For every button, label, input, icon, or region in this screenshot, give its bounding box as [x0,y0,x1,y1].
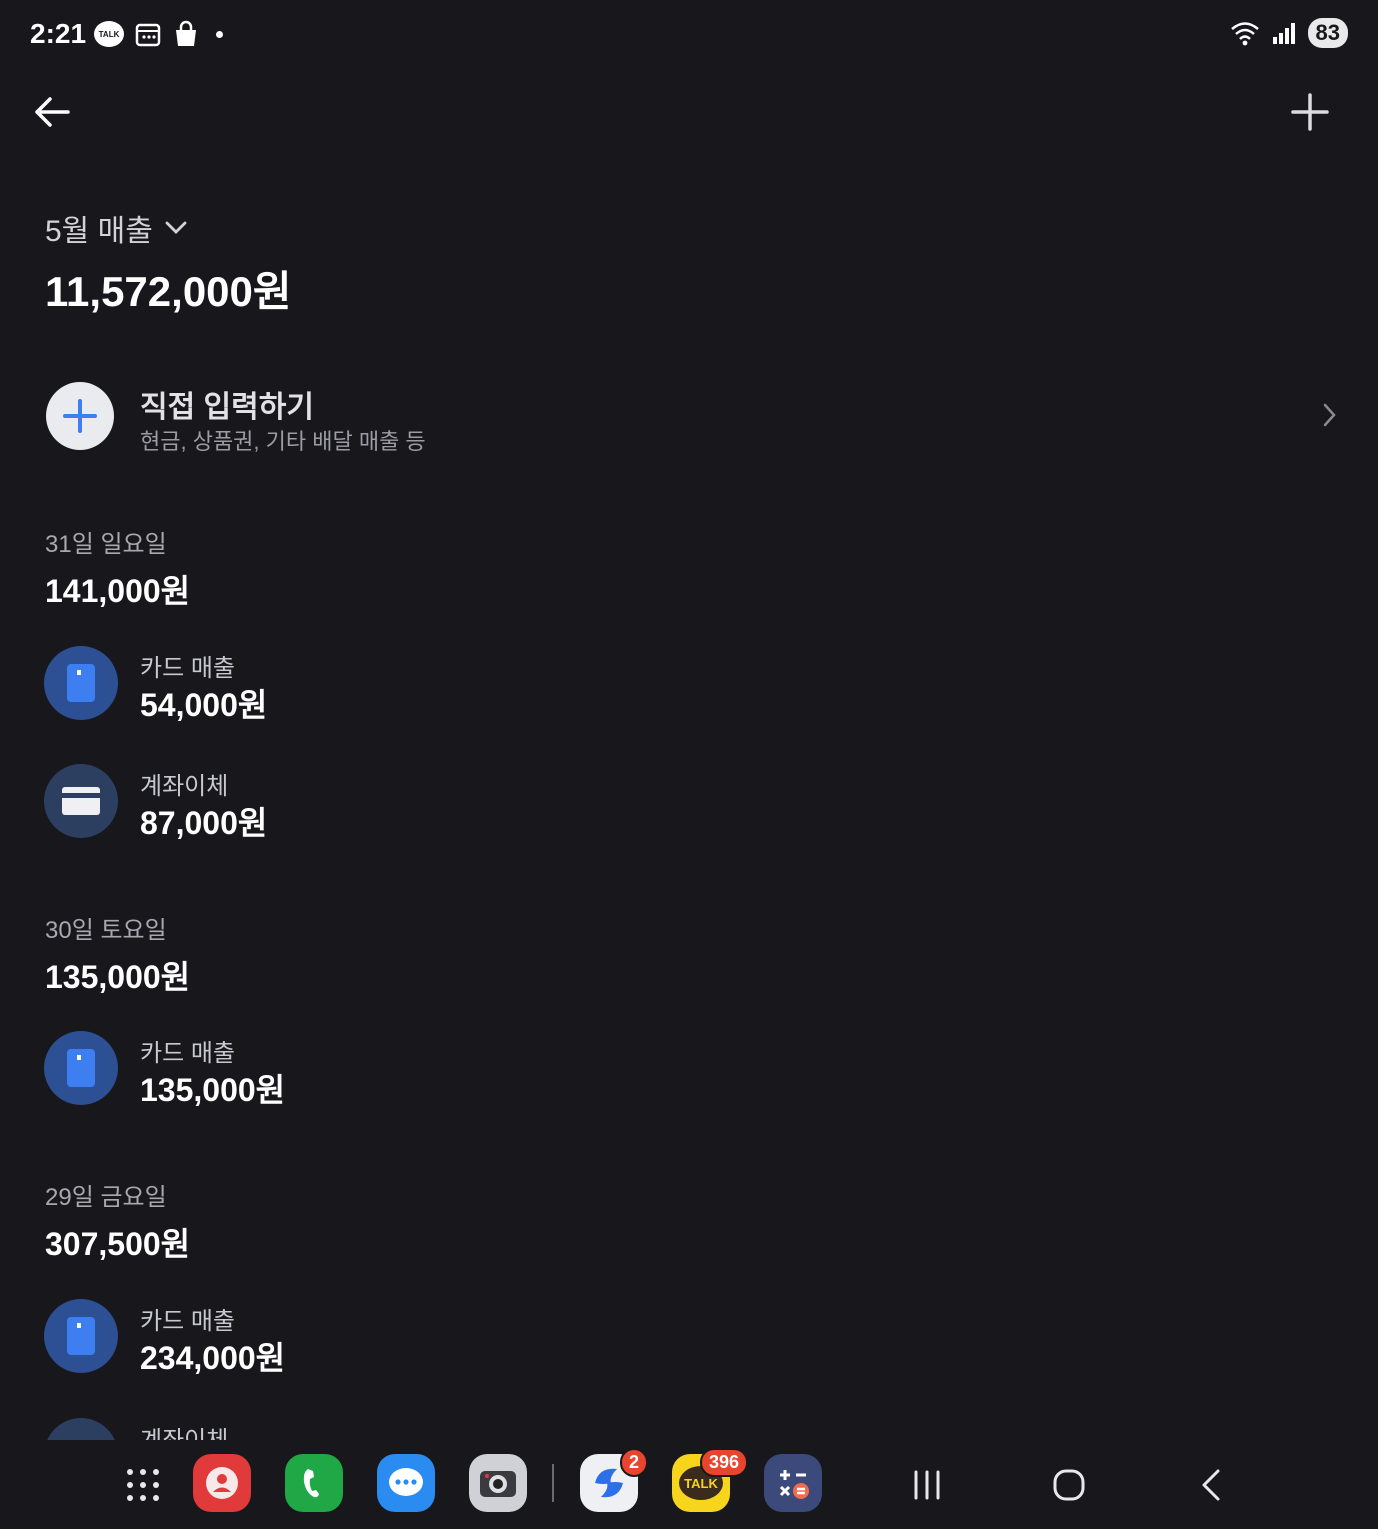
entry-label: 카드 매출 [140,655,235,682]
sales-entry-bank[interactable]: 계좌이체 87,000원 [44,764,644,841]
shopping-bag-icon [176,20,196,46]
messages-app-icon[interactable] [377,1454,435,1512]
entry-label: 카드 매출 [140,1308,235,1335]
day-label: 30일 토요일 [45,917,167,944]
entry-amount: 87,000원 [140,805,268,841]
card-icon [44,646,118,720]
kakaotalk-notification-icon: TALK [94,21,124,47]
direct-input-plus-button[interactable] [46,382,114,450]
home-icon[interactable] [1052,1468,1086,1502]
nav-back-icon[interactable] [1196,1468,1226,1502]
card-icon [44,1031,118,1105]
direct-input-row[interactable]: 직접 입력하기 현금, 상품권, 기타 배달 매출 등 [46,382,1338,454]
camera-app-icon[interactable] [469,1454,527,1512]
sales-entry-card[interactable]: 카드 매출 135,000원 [44,1031,644,1108]
app-drawer-icon[interactable] [126,1468,160,1502]
entry-amount: 234,000원 [140,1340,286,1376]
add-icon[interactable] [1288,90,1332,134]
card-icon [44,1299,118,1373]
status-time: 2:21 [30,18,87,49]
day-total: 141,000원 [45,573,191,609]
chevron-down-icon [165,221,187,234]
more-notifications-dot [216,30,223,38]
day-label: 31일 일요일 [45,531,167,558]
dock-divider [552,1464,554,1502]
month-selector[interactable]: 5월 매출 [45,206,187,250]
signal-icon [1272,23,1295,44]
entry-label: 카드 매출 [140,1040,235,1067]
sales-entry-card[interactable]: 카드 매출 54,000원 [44,646,644,723]
calculator-app-icon[interactable] [764,1454,822,1512]
messenger-badge: 2 [620,1448,649,1477]
recent-apps-icon[interactable] [910,1468,944,1502]
wifi-icon [1230,22,1259,46]
day-total: 307,500원 [45,1226,191,1262]
plus-icon [63,399,97,433]
chevron-right-icon [1323,403,1336,427]
monthly-total: 11,572,000원 [45,268,292,315]
battery-indicator: 83 [1307,18,1348,48]
phone-app-icon[interactable] [285,1454,343,1512]
status-system-icons: 83 [1230,18,1348,48]
contacts-app-icon[interactable] [193,1454,251,1512]
day-label: 29일 금요일 [45,1184,167,1211]
taskbar: 2 TALK 396 [0,1440,1378,1529]
kakaotalk-badge: 396 [700,1448,749,1477]
direct-input-title: 직접 입력하기 [140,391,314,424]
back-arrow-icon[interactable] [30,90,74,134]
bank-transfer-icon [44,764,118,838]
entry-amount: 54,000원 [140,687,268,723]
month-label: 5월 매출 [45,215,153,248]
calendar-notification-icon [135,23,161,47]
status-notification-icons: TALK [94,20,223,48]
entry-label: 계좌이체 [140,773,229,800]
entry-amount: 135,000원 [140,1072,286,1108]
day-total: 135,000원 [45,959,191,995]
direct-input-subtitle: 현금, 상품권, 기타 배달 매출 등 [140,429,426,454]
sales-entry-card[interactable]: 카드 매출 234,000원 [44,1299,644,1376]
